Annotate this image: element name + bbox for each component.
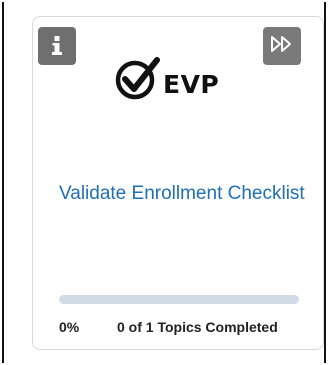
evp-logo: EVP: [113, 55, 243, 105]
checkmark-circle-icon: [113, 54, 161, 107]
card-title-link[interactable]: Validate Enrollment Checklist: [59, 183, 309, 205]
progress-percent: 0%: [59, 319, 80, 335]
progress-bar: [59, 295, 299, 304]
skip-forward-button[interactable]: [263, 27, 301, 65]
skip-forward-icon: [270, 35, 294, 58]
info-icon: [50, 35, 64, 57]
topics-completed: 0 of 1 Topics Completed: [117, 319, 278, 335]
logo-text: EVP: [163, 69, 220, 99]
course-card[interactable]: EVP Validate Enrollment Checklist 0% 0 o…: [32, 16, 324, 350]
info-button[interactable]: [38, 27, 76, 65]
